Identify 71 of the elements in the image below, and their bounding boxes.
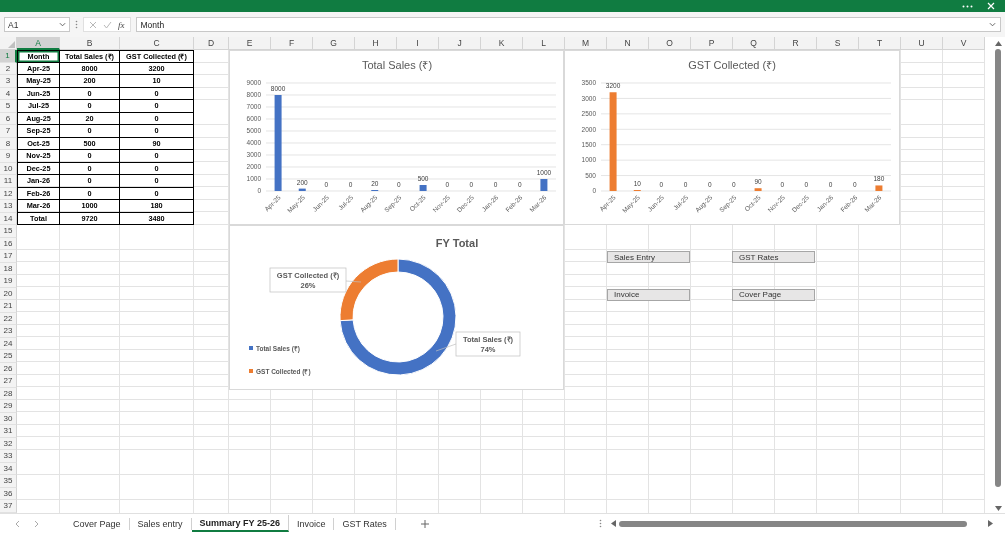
sheet-tab[interactable]: Summary FY 25-26 <box>191 515 289 533</box>
more-icon[interactable] <box>962 4 973 8</box>
column-header[interactable]: F <box>271 37 313 50</box>
callout-box <box>455 331 521 357</box>
column-header[interactable]: H <box>355 37 397 50</box>
formula-field[interactable]: Month <box>135 17 1001 32</box>
row-header[interactable]: 9 <box>0 150 17 163</box>
row-header[interactable]: 37 <box>0 500 17 513</box>
row-header[interactable]: 15 <box>0 225 17 238</box>
column-header[interactable]: A <box>17 37 60 50</box>
name-box[interactable]: A1 <box>4 17 70 32</box>
column-header[interactable]: G <box>313 37 355 50</box>
leader-line <box>345 280 362 283</box>
row-header[interactable]: 7 <box>0 125 17 138</box>
row-header[interactable]: 27 <box>0 375 17 388</box>
row-header[interactable]: 13 <box>0 200 17 213</box>
scroll-left-icon[interactable] <box>611 520 616 528</box>
column-header[interactable]: S <box>817 37 859 50</box>
column-header[interactable]: C <box>120 37 194 50</box>
sheet-tab[interactable]: Sales entry <box>129 517 192 530</box>
column-header[interactable]: O <box>649 37 691 50</box>
chevron-down-icon[interactable] <box>989 21 996 28</box>
row-header[interactable]: 11 <box>0 175 17 188</box>
row-header[interactable]: 5 <box>0 100 17 113</box>
column-header[interactable]: T <box>859 37 901 50</box>
scrollbar-thumb[interactable] <box>995 49 1001 487</box>
column-header[interactable]: J <box>439 37 481 50</box>
add-sheet-icon[interactable] <box>420 519 429 528</box>
column-header[interactable]: P <box>691 37 733 50</box>
leader-line <box>435 343 457 352</box>
column-header[interactable]: B <box>60 37 120 50</box>
sheet-tab[interactable]: Invoice <box>288 517 335 530</box>
row-header[interactable]: 23 <box>0 325 17 338</box>
chart-title: GST Collected (₹) <box>688 59 776 71</box>
column-header[interactable]: L <box>523 37 565 50</box>
scroll-right-icon[interactable] <box>988 520 993 528</box>
column-header[interactable]: M <box>565 37 607 50</box>
sheet-tab[interactable]: Cover Page <box>65 517 130 530</box>
next-sheet-icon[interactable] <box>34 519 39 528</box>
column-header[interactable]: Q <box>733 37 775 50</box>
link-button[interactable]: Sales Entry <box>607 251 690 263</box>
check-icon[interactable] <box>103 20 112 29</box>
row-header[interactable]: 31 <box>0 425 17 438</box>
chart-title: FY Total <box>435 237 479 249</box>
scrollbar-thumb[interactable] <box>619 520 967 527</box>
close-icon[interactable] <box>987 2 995 10</box>
insert-function-button[interactable]: fx <box>118 19 125 30</box>
column-header[interactable]: R <box>775 37 817 50</box>
previous-sheet-icon[interactable] <box>15 519 20 528</box>
column-header[interactable]: D <box>194 37 229 50</box>
column-header[interactable]: N <box>607 37 649 50</box>
row-header[interactable]: 33 <box>0 450 17 463</box>
scroll-up-icon[interactable] <box>994 41 1002 46</box>
column-header[interactable]: I <box>397 37 439 50</box>
sheet-tab[interactable]: GST Rates <box>334 517 396 530</box>
row-header[interactable]: 35 <box>0 475 17 488</box>
row-header[interactable]: 3 <box>0 75 17 88</box>
row-header[interactable]: 19 <box>0 275 17 288</box>
link-button[interactable]: GST Rates <box>732 251 815 263</box>
chart-title: Total Sales (₹) <box>361 59 433 71</box>
cancel-icon[interactable] <box>89 20 97 29</box>
chevron-down-icon[interactable] <box>59 21 66 28</box>
row-header[interactable]: 25 <box>0 350 17 363</box>
row-header[interactable]: 17 <box>0 250 17 263</box>
column-header[interactable]: K <box>481 37 523 50</box>
row-header[interactable]: 1 <box>0 50 17 63</box>
column-header[interactable]: V <box>943 37 985 50</box>
column-header[interactable]: U <box>901 37 943 50</box>
column-header[interactable]: E <box>229 37 271 50</box>
row-header[interactable]: 29 <box>0 400 17 413</box>
row-header[interactable]: 21 <box>0 300 17 313</box>
